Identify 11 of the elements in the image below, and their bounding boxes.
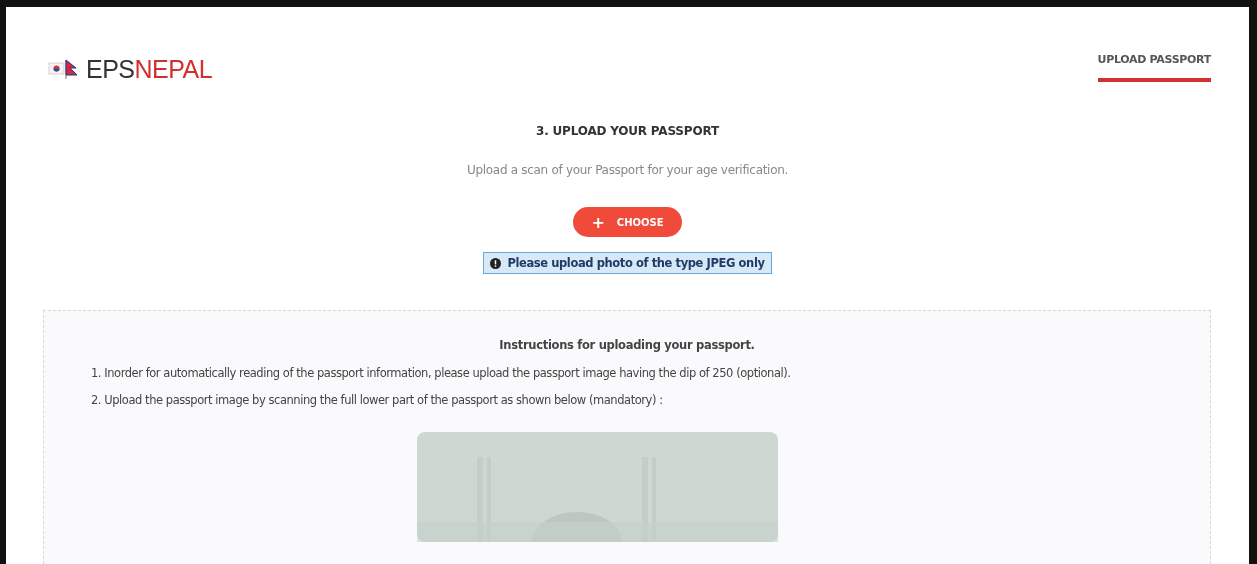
nav-tab[interactable]: UPLOAD PASSPORT xyxy=(1097,53,1211,82)
logo-text[interactable]: EPSNEPAL xyxy=(86,55,213,83)
flags-icon xyxy=(48,58,80,80)
step-subtitle: Upload a scan of your Passport for your age verification. xyxy=(466,163,788,177)
step-title: 3. UPLOAD YOUR PASSPORT xyxy=(536,124,719,138)
info-icon xyxy=(490,257,502,269)
notice-text: Please upload photo of the type JPEG only xyxy=(507,256,765,270)
instruction-text: 1. Inorder for automatically reading of the passport information, please upload the passport image having the dip of 250 (optional). xyxy=(91,366,792,380)
instructions-title: Instructions for uploading your passport. xyxy=(498,338,756,352)
choose-button[interactable]: + CHOOSE xyxy=(573,207,682,237)
instruction-text: 2. Upload the passport image by scanning the full lower part of the passport as shown below (mandatory) : xyxy=(91,393,664,407)
